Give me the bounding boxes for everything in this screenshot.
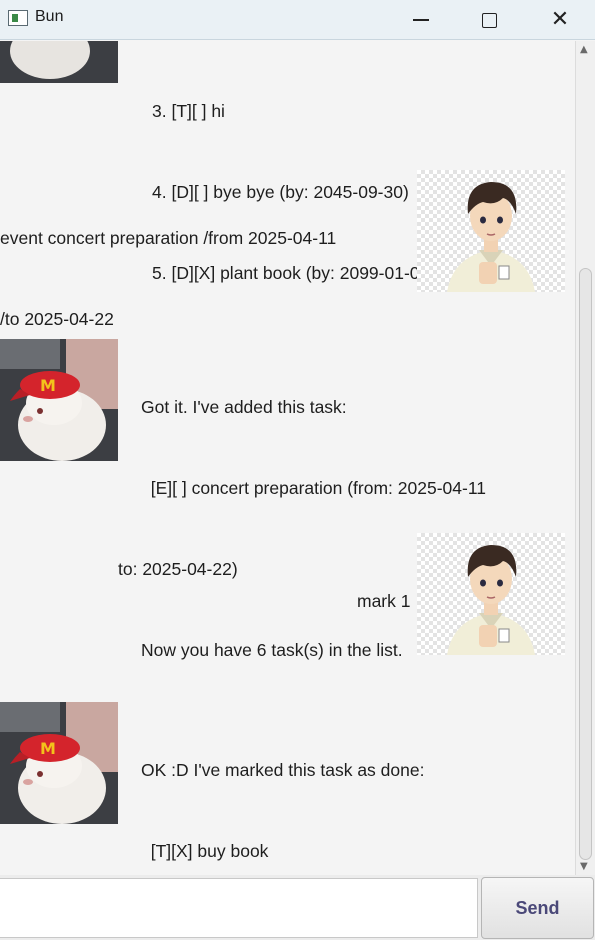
svg-text:M: M xyxy=(40,739,56,758)
bunny-avatar: M xyxy=(0,702,118,824)
user-message: mark 1 xyxy=(357,534,410,669)
message-line: 3. [T][ ] hi xyxy=(152,101,225,121)
chat-scroll-pane[interactable]: 3. [T][ ] hi 4. [D][ ] bye bye (by: 2045… xyxy=(0,41,575,875)
message-line: event concert preparation /from 2025-04-… xyxy=(0,228,337,248)
send-button[interactable]: Send xyxy=(481,877,594,939)
minimize-button[interactable] xyxy=(398,0,444,40)
message-line: /to 2025-04-22 xyxy=(0,309,114,329)
message-line: OK :D I've marked this task as done: xyxy=(141,760,425,780)
user-avatar xyxy=(417,170,565,292)
message-line: [E][ ] concert preparation (from: 2025-0… xyxy=(141,478,486,498)
close-icon: ✕ xyxy=(550,7,570,32)
window-title: Bun xyxy=(35,8,64,25)
bot-message: OK :D I've marked this task as done: [T]… xyxy=(141,703,424,875)
maximize-icon xyxy=(481,12,497,28)
svg-text:M: M xyxy=(40,376,56,395)
message-line: Got it. I've added this task: xyxy=(141,397,347,417)
bot-message: Got it. I've added this task: [E][ ] con… xyxy=(118,340,486,718)
bunny-avatar: M xyxy=(0,339,118,461)
user-avatar xyxy=(417,533,565,655)
scroll-down-arrow-icon[interactable]: ▼ xyxy=(580,861,588,872)
app-window-icon xyxy=(8,10,28,26)
scroll-thumb[interactable] xyxy=(579,268,592,860)
vertical-scrollbar[interactable]: ▲ ▼ xyxy=(575,41,595,875)
title-bar: Bun ✕ xyxy=(0,0,595,40)
bunny-avatar xyxy=(0,41,118,83)
message-line: mark 1 xyxy=(357,591,411,611)
close-button[interactable]: ✕ xyxy=(537,0,583,40)
minimize-icon xyxy=(413,19,429,21)
message-input[interactable] xyxy=(0,878,478,938)
input-bar: Send xyxy=(0,875,595,940)
message-line: [T][X] buy book xyxy=(141,841,269,861)
scroll-up-arrow-icon[interactable]: ▲ xyxy=(580,44,588,55)
maximize-button[interactable] xyxy=(466,0,512,40)
